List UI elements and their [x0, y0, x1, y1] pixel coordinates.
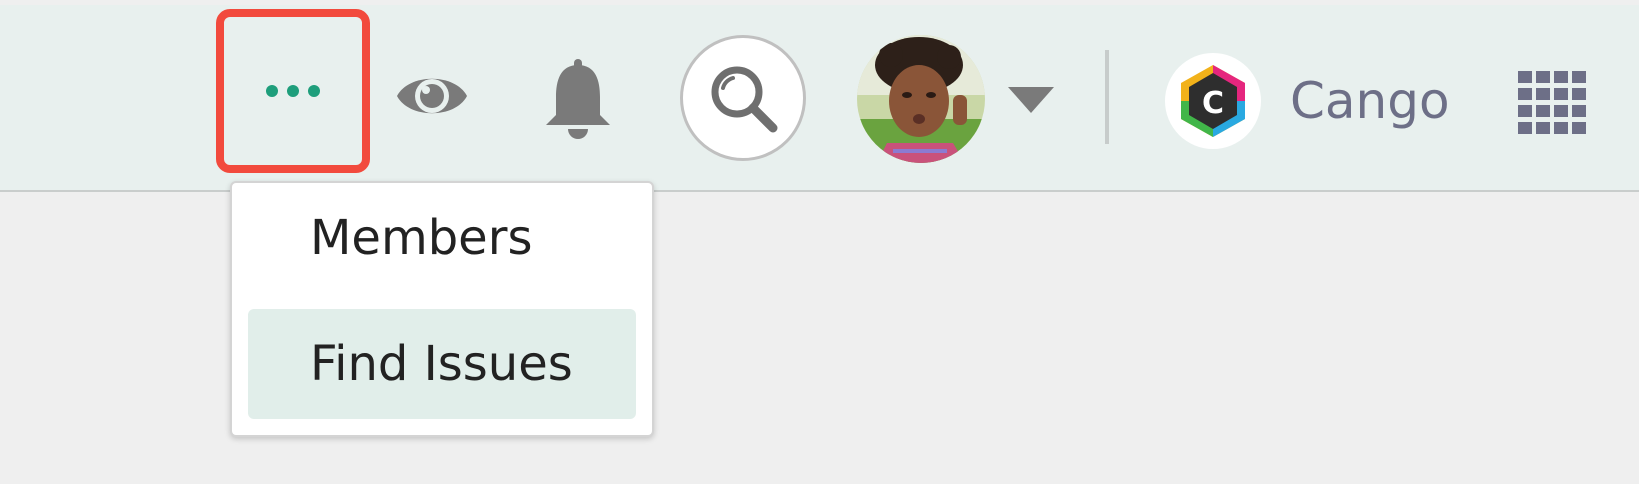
user-avatar[interactable]: [857, 35, 985, 163]
top-navigation-bar: C Cango: [0, 5, 1640, 192]
caret-down-icon[interactable]: [1006, 83, 1056, 115]
app-name[interactable]: Cango: [1290, 69, 1450, 133]
cango-logo-icon: C: [1181, 65, 1245, 137]
toolbar-divider: [1105, 50, 1109, 144]
search-icon: [711, 66, 778, 133]
eye-icon[interactable]: [393, 65, 471, 127]
bell-icon[interactable]: [540, 57, 616, 139]
frame-edge: [0, 484, 1640, 488]
menu-item-members[interactable]: Members: [248, 183, 636, 293]
menu-item-find-issues[interactable]: Find Issues: [248, 309, 636, 419]
more-options-button[interactable]: [216, 9, 370, 173]
search-button[interactable]: [680, 35, 806, 161]
ellipsis-dot: [266, 85, 278, 97]
ellipsis-dot: [308, 85, 320, 97]
app-grid-icon[interactable]: [1518, 71, 1586, 135]
app-logo[interactable]: C: [1165, 53, 1261, 149]
app-frame: C Cango Members Find Issues: [0, 0, 1640, 488]
svg-text:C: C: [1202, 86, 1224, 121]
more-options-menu: Members Find Issues: [230, 181, 654, 437]
ellipsis-dot: [287, 85, 299, 97]
